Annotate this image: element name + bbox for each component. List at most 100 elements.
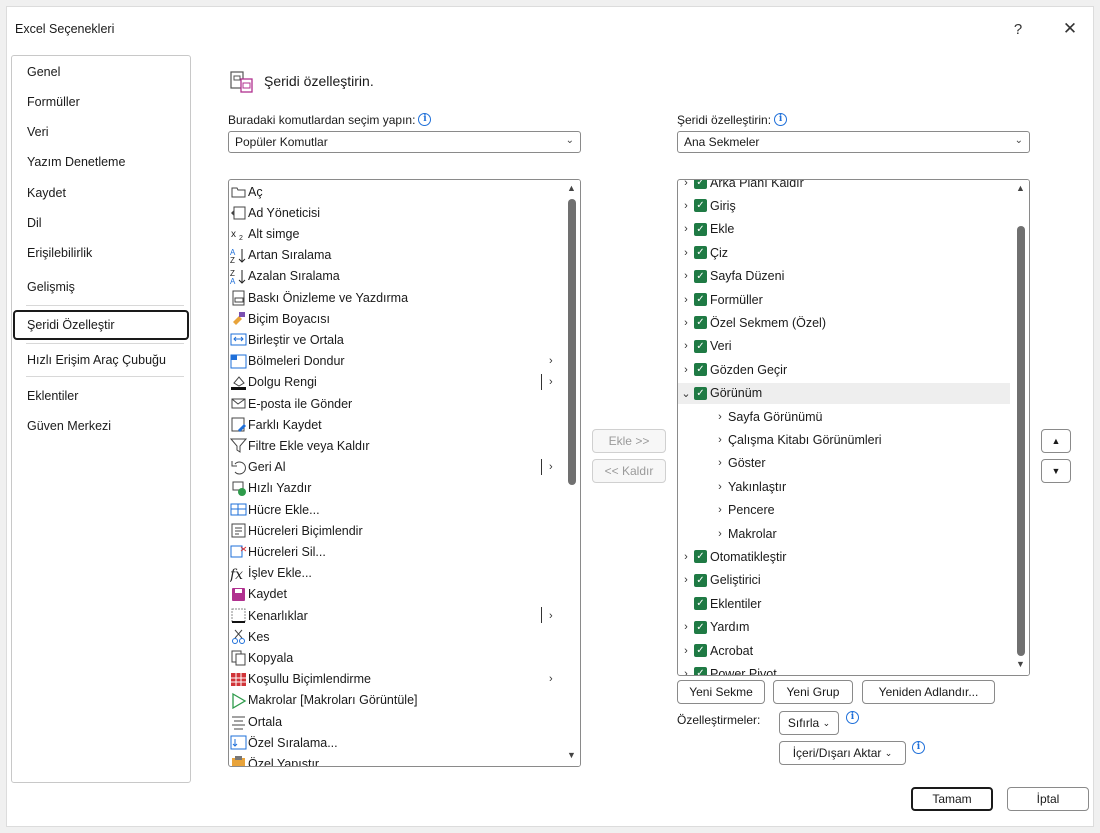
- ribbon-tab-item[interactable]: › ✓ Giriş: [678, 195, 1010, 216]
- ribbon-tab-item[interactable]: › ✓ Yardım: [678, 617, 1010, 638]
- import-export-dropdown[interactable]: İçeri/Dışarı Aktar ⌄: [779, 741, 906, 765]
- command-item[interactable]: Birleştir ve Ortala: [229, 329, 561, 350]
- nav-item-gelismis[interactable]: Gelişmiş: [13, 273, 189, 301]
- info-icon[interactable]: i: [846, 711, 859, 724]
- command-item[interactable]: Hücreleri Sil...: [229, 541, 561, 562]
- move-down-button[interactable]: ▼: [1041, 459, 1071, 483]
- close-button[interactable]: ✕: [1055, 16, 1085, 42]
- rename-button[interactable]: Yeniden Adlandır...: [862, 680, 995, 704]
- command-item[interactable]: Aç: [229, 181, 561, 202]
- ribbon-tab-item[interactable]: ⌄ ✓ Görünüm: [678, 382, 1010, 404]
- command-item[interactable]: Hücreleri Biçimlendir: [229, 520, 561, 541]
- ribbon-group-item[interactable]: › Yakınlaştır: [678, 476, 1010, 497]
- expand-icon[interactable]: ›: [680, 180, 692, 189]
- new-tab-button[interactable]: Yeni Sekme: [677, 680, 765, 704]
- expand-icon[interactable]: ›: [680, 364, 692, 376]
- nav-item-genel[interactable]: Genel: [13, 58, 189, 86]
- ribbon-tab-item[interactable]: › ✓ Çiz: [678, 242, 1010, 263]
- command-item[interactable]: Geri Al ›: [229, 457, 561, 478]
- command-item[interactable]: Filtre Ekle veya Kaldır: [229, 435, 561, 456]
- expand-icon[interactable]: ›: [680, 317, 692, 329]
- command-item[interactable]: Hızlı Yazdır: [229, 478, 561, 499]
- collapse-icon[interactable]: ⌄: [680, 387, 692, 400]
- command-item[interactable]: Biçim Boyacısı: [229, 308, 561, 329]
- ribbon-tab-item[interactable]: › ✓ Formüller: [678, 289, 1010, 310]
- command-item[interactable]: Z A Azalan Sıralama: [229, 266, 561, 287]
- tab-checkbox[interactable]: ✓: [694, 573, 707, 587]
- ribbon-tabs-tree[interactable]: › ✓ Arka Planı Kaldır › ✓ Giriş › ✓ Ekle › ✓ Çiz › ✓ S…: [677, 179, 1030, 676]
- command-item[interactable]: Koşullu Biçimlendirme ›: [229, 669, 561, 690]
- nav-item-erisilebilirlik[interactable]: Erişilebilirlik: [13, 239, 189, 267]
- ribbon-tab-item[interactable]: › ✓ Otomatikleştir: [678, 546, 1010, 567]
- ribbon-tab-item[interactable]: › ✓ Geliştirici: [678, 570, 1010, 591]
- expand-icon[interactable]: ›: [680, 574, 692, 586]
- command-item[interactable]: Dolgu Rengi ›: [229, 372, 561, 393]
- expand-icon[interactable]: ›: [714, 504, 726, 516]
- expand-icon[interactable]: ›: [714, 411, 726, 423]
- command-item[interactable]: Kenarlıklar ›: [229, 605, 561, 626]
- command-item[interactable]: Kopyala: [229, 647, 561, 668]
- tab-checkbox[interactable]: ✓: [694, 550, 707, 564]
- command-item[interactable]: Ortala: [229, 711, 561, 732]
- command-item[interactable]: Baskı Önizleme ve Yazdırma: [229, 287, 561, 308]
- command-item[interactable]: Makrolar [Makroları Görüntüle]: [229, 690, 561, 711]
- nav-item-guven-merkezi[interactable]: Güven Merkezi: [13, 412, 189, 440]
- ribbon-group-item[interactable]: › Makrolar: [678, 523, 1010, 544]
- nav-item-veri[interactable]: Veri: [13, 118, 189, 146]
- expand-icon[interactable]: ›: [680, 223, 692, 235]
- nav-item-hizli-erisim[interactable]: Hızlı Erişim Araç Çubuğu: [13, 346, 189, 374]
- ribbon-tab-item[interactable]: › ✓ Power Pivot: [678, 663, 1010, 675]
- ribbon-tab-item[interactable]: › ✓ Veri: [678, 336, 1010, 357]
- tab-checkbox[interactable]: ✓: [694, 199, 707, 213]
- ribbon-tab-item[interactable]: › ✓ Sayfa Düzeni: [678, 266, 1010, 287]
- reset-dropdown[interactable]: Sıfırla ⌄: [779, 711, 839, 735]
- ribbon-group-item[interactable]: › Göster: [678, 453, 1010, 474]
- scroll-up-icon[interactable]: ▲: [567, 183, 576, 193]
- command-item[interactable]: Ad Yöneticisi: [229, 202, 561, 223]
- expand-icon[interactable]: ›: [714, 481, 726, 493]
- commands-scrollbar[interactable]: ▲ ▼: [564, 180, 580, 766]
- command-item[interactable]: A Z Artan Sıralama: [229, 245, 561, 266]
- commands-source-combo[interactable]: Popüler Komutlar ⌄: [228, 131, 581, 153]
- add-button[interactable]: Ekle >>: [592, 429, 666, 453]
- ribbon-tab-item[interactable]: › ✓ Acrobat: [678, 640, 1010, 661]
- nav-item-eklentiler[interactable]: Eklentiler: [13, 382, 189, 410]
- tab-checkbox[interactable]: ✓: [694, 386, 707, 400]
- expand-icon[interactable]: ›: [680, 247, 692, 259]
- tab-checkbox[interactable]: ✓: [694, 667, 707, 675]
- expand-icon[interactable]: ›: [680, 200, 692, 212]
- tab-checkbox[interactable]: ✓: [694, 644, 707, 657]
- tree-scrollbar[interactable]: ▲ ▼: [1013, 180, 1029, 675]
- tab-checkbox[interactable]: ✓: [694, 222, 707, 236]
- command-item[interactable]: Özel Yapıştır: [229, 753, 561, 766]
- ribbon-group-item[interactable]: › Çalışma Kitabı Görünümleri: [678, 429, 1010, 450]
- command-item[interactable]: fx İşlev Ekle...: [229, 563, 561, 584]
- expand-icon[interactable]: ›: [680, 294, 692, 306]
- tab-checkbox[interactable]: ✓: [694, 363, 707, 377]
- command-item[interactable]: E-posta ile Gönder: [229, 393, 561, 414]
- scroll-down-icon[interactable]: ▼: [567, 750, 576, 760]
- command-item[interactable]: Farklı Kaydet: [229, 414, 561, 435]
- expand-icon[interactable]: ›: [680, 551, 692, 563]
- scroll-down-icon[interactable]: ▼: [1016, 659, 1025, 669]
- command-item[interactable]: Özel Sıralama...: [229, 732, 561, 753]
- nav-item-seridi-ozellestir[interactable]: Şeridi Özelleştir: [13, 310, 189, 340]
- remove-button[interactable]: << Kaldır: [592, 459, 666, 483]
- nav-item-kaydet[interactable]: Kaydet: [13, 179, 189, 207]
- ribbon-group-item[interactable]: › Sayfa Görünümü: [678, 406, 1010, 427]
- expand-icon[interactable]: ›: [714, 434, 726, 446]
- expand-icon[interactable]: ›: [680, 621, 692, 633]
- tree-scroll-thumb[interactable]: [1017, 226, 1025, 656]
- info-icon[interactable]: i: [774, 113, 788, 126]
- ribbon-target-combo[interactable]: Ana Sekmeler ⌄: [677, 131, 1030, 153]
- ribbon-tab-item[interactable]: › ✓ Gözden Geçir: [678, 359, 1010, 380]
- expand-icon[interactable]: ›: [680, 645, 692, 657]
- tab-checkbox[interactable]: ✓: [694, 293, 707, 306]
- nav-item-formuller[interactable]: Formüller: [13, 88, 189, 116]
- tab-checkbox[interactable]: ✓: [694, 597, 707, 611]
- expand-icon[interactable]: ›: [680, 340, 692, 352]
- command-item[interactable]: x 2 Alt simge: [229, 223, 561, 244]
- tab-checkbox[interactable]: ✓: [694, 339, 707, 353]
- expand-icon[interactable]: ›: [714, 528, 726, 540]
- command-item[interactable]: Bölmeleri Dondur ›: [229, 351, 561, 372]
